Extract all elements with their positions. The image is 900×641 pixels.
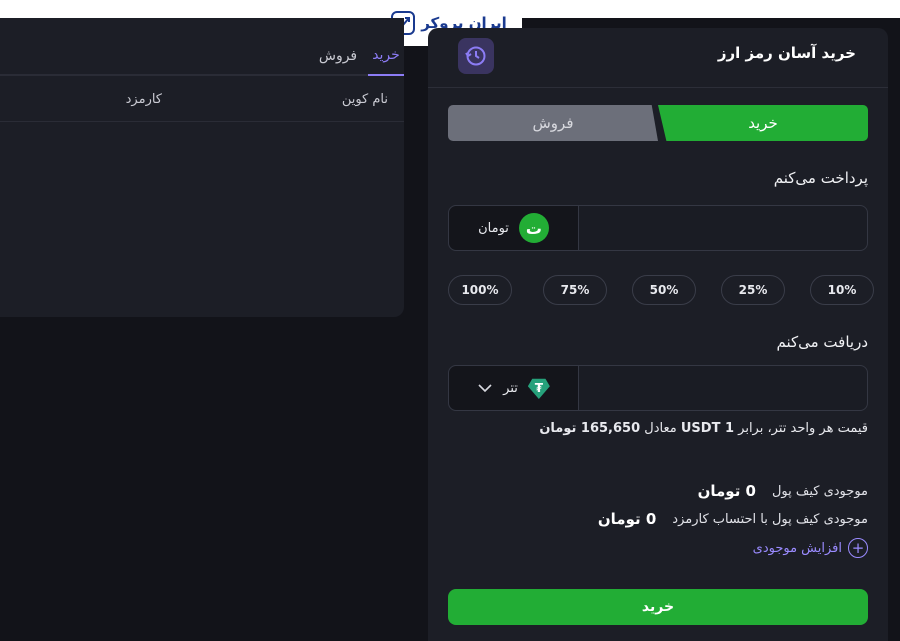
column-fee[interactable]: کارمزد: [126, 92, 162, 107]
receive-currency-label: تتر: [503, 380, 518, 396]
topup-link[interactable]: + افزایش موجودی: [753, 538, 868, 558]
chevron-down-icon: [477, 380, 493, 396]
percent-75-button[interactable]: 75%: [543, 275, 607, 305]
receive-amount-field[interactable]: ₮ تتر: [448, 365, 868, 411]
pay-label: پرداخت می‌کنم: [773, 169, 868, 187]
pay-currency-select[interactable]: ت تومان: [449, 206, 579, 250]
history-clock-icon: [465, 46, 486, 66]
receive-currency-select[interactable]: ₮ تتر: [449, 366, 579, 410]
rate-amount: 165,650 تومان: [539, 421, 641, 436]
segment-buy[interactable]: خرید: [658, 105, 868, 141]
percent-10-button[interactable]: 10%: [810, 275, 874, 305]
easy-buy-panel: خرید آسان رمز ارز خرید فروش پرداخت می‌کن…: [428, 28, 888, 641]
wallet-balance-value: 0 تومان: [697, 482, 756, 500]
plus-circle-icon: +: [848, 538, 868, 558]
rate-middle: معادل: [644, 421, 677, 436]
tab-orders-buy[interactable]: خرید: [368, 36, 404, 76]
receive-label: دریافت می‌کنم: [776, 333, 868, 351]
history-button[interactable]: [458, 38, 494, 74]
wallet-balance-with-fee: موجودی کیف پول با احتساب کارمزد 0 تومان: [598, 510, 868, 528]
pay-currency-label: تومان: [478, 220, 509, 236]
percent-100-button[interactable]: 100%: [448, 275, 512, 305]
page-title: خرید آسان رمز ارز: [717, 44, 856, 62]
tether-icon: ₮: [527, 378, 550, 399]
panel-header: خرید آسان رمز ارز: [428, 28, 888, 88]
column-coin-name[interactable]: نام کوین: [342, 92, 388, 107]
topup-label: افزایش موجودی: [752, 540, 842, 556]
rate-info: قیمت هر واحد تتر، برابر 1 USDT معادل 165…: [539, 421, 868, 436]
wallet-balance-fee-label: موجودی کیف پول با احتساب کارمزد: [672, 511, 868, 527]
wallet-balance-fee-value: 0 تومان: [597, 510, 657, 528]
tab-orders-sell[interactable]: فروش: [318, 36, 358, 76]
pay-amount-field[interactable]: ت تومان: [448, 205, 868, 251]
wallet-balance-label: موجودی کیف پول: [771, 483, 868, 499]
rate-prefix: قیمت هر واحد تتر، برابر: [738, 421, 868, 436]
submit-buy-button[interactable]: خرید: [448, 589, 868, 625]
orders-tabs: خرید فروش: [0, 36, 404, 76]
rate-unit: 1 USDT: [680, 421, 735, 436]
percent-25-button[interactable]: 25%: [721, 275, 785, 305]
wallet-balance: موجودی کیف پول 0 تومان: [698, 482, 868, 500]
percent-buttons: 10% 25% 50% 75% 100%: [448, 275, 874, 305]
percent-50-button[interactable]: 50%: [632, 275, 696, 305]
segment-sell[interactable]: فروش: [448, 105, 658, 141]
toman-icon: ت: [518, 213, 549, 243]
orders-panel: خرید فروش نام کوین کارمزد: [0, 18, 404, 317]
orders-table-header: نام کوین کارمزد: [0, 78, 404, 122]
